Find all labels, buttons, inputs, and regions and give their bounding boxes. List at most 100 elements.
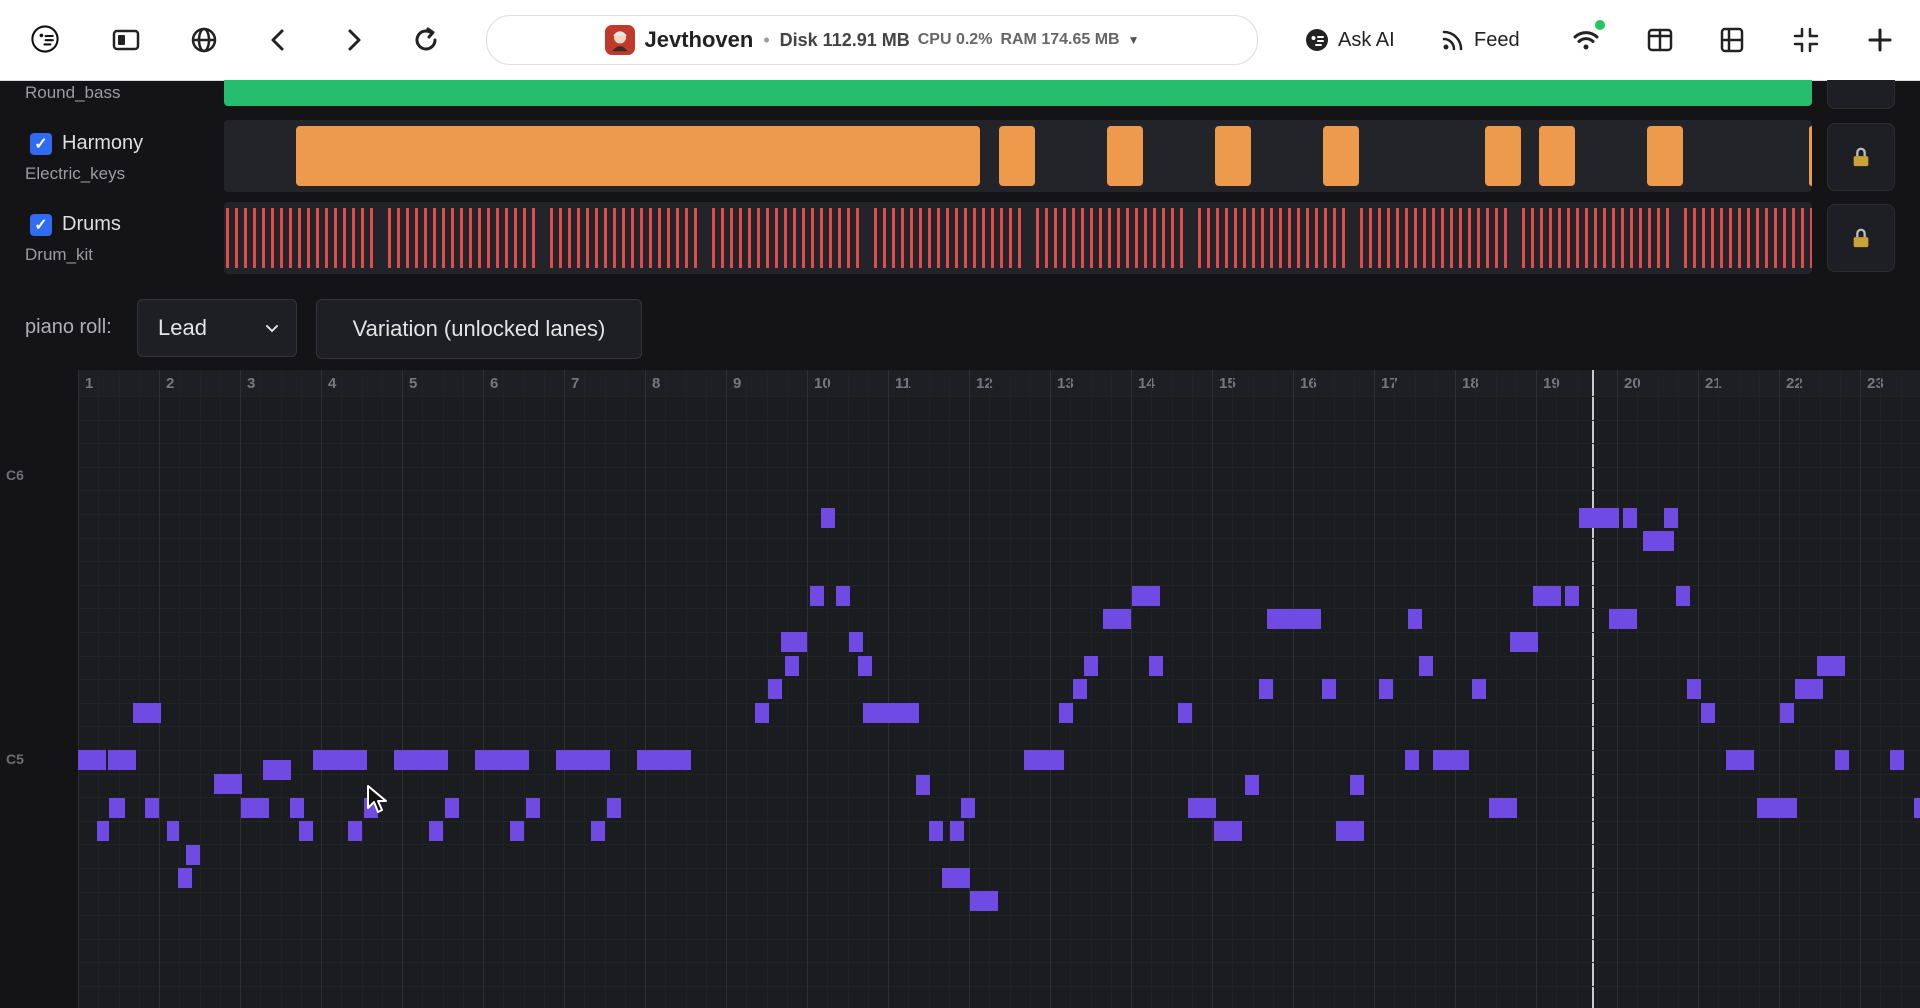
lead-note[interactable] [1073,679,1087,699]
lead-note[interactable] [970,891,998,911]
lead-note[interactable] [1664,508,1678,528]
drums-lock-button[interactable] [1827,204,1895,272]
ask-ai-button[interactable]: Ask AI [1304,20,1395,60]
lead-note[interactable] [1059,703,1073,723]
lead-note[interactable] [961,798,975,818]
lead-note[interactable] [1757,798,1797,818]
lead-note[interactable] [1245,775,1259,795]
lead-note[interactable] [133,703,161,723]
lead-note[interactable] [108,750,136,770]
lead-note[interactable] [755,703,769,723]
lead-note[interactable] [394,750,448,770]
lead-note[interactable] [1084,656,1098,676]
drums-track-lane[interactable] [224,202,1812,274]
lead-note[interactable] [849,632,863,652]
forward-icon[interactable] [332,18,376,62]
reload-icon[interactable] [404,18,448,62]
app-logo-icon[interactable] [20,14,70,64]
lead-note[interactable] [1214,821,1242,841]
lead-note[interactable] [78,750,106,770]
lead-note[interactable] [556,750,610,770]
feed-button[interactable]: Feed [1440,20,1520,60]
lead-note[interactable] [1646,531,1674,551]
lead-note[interactable] [263,760,291,780]
lead-note[interactable] [1780,703,1794,723]
lead-note[interactable] [785,656,799,676]
lead-note[interactable] [1259,679,1273,699]
lead-note[interactable] [429,821,443,841]
lead-note[interactable] [836,586,850,606]
lead-note[interactable] [1795,679,1823,699]
harmony-clip[interactable] [999,126,1035,186]
lead-note[interactable] [1178,703,1192,723]
lead-note[interactable] [863,703,919,723]
lead-note[interactable] [1379,679,1393,699]
lead-note[interactable] [950,821,964,841]
lead-note[interactable] [1405,750,1419,770]
lead-note[interactable] [348,821,362,841]
lead-note[interactable] [1419,656,1433,676]
bass-track-lane[interactable] [224,80,1812,106]
lead-note[interactable] [290,798,304,818]
lead-note[interactable] [475,750,529,770]
lead-note[interactable] [591,821,605,841]
harmony-clip[interactable] [296,126,980,186]
lead-note[interactable] [942,868,970,888]
back-icon[interactable] [256,18,300,62]
lead-note[interactable] [1914,798,1920,818]
layout-icon[interactable] [1710,18,1754,62]
harmony-clip[interactable] [1809,126,1812,186]
piano-roll-grid[interactable]: 1 2 3 4 5 6 7 8 9 10 11 12 13 14 15 16 17 18 19 20 21 22 23 [78,370,1920,1008]
lead-note[interactable] [1149,656,1163,676]
chevron-down-icon[interactable]: ▼ [1128,33,1140,47]
address-bar[interactable]: Jevthoven • Disk 112.91 MB CPU 0.2% RAM … [486,15,1258,65]
sidebar-toggle-icon[interactable] [104,18,148,62]
lead-note[interactable] [526,798,540,818]
lead-note[interactable] [1835,750,1849,770]
lead-note[interactable] [1350,775,1364,795]
piano-roll-track-select[interactable]: Lead [137,299,297,357]
bass-lock-button[interactable] [1827,80,1895,109]
lead-note[interactable] [781,632,807,652]
lead-note[interactable] [637,750,691,770]
lead-note[interactable] [109,798,125,818]
harmony-clip[interactable] [1647,126,1683,186]
lead-note[interactable] [214,774,242,794]
harmony-clip[interactable] [1539,126,1575,186]
collapse-icon[interactable] [1784,18,1828,62]
lead-note[interactable] [1726,750,1754,770]
harmony-checkbox[interactable]: ✓ [30,132,52,155]
harmony-lock-button[interactable] [1827,123,1895,191]
lead-note[interactable] [1132,586,1160,606]
lead-note[interactable] [1533,586,1561,606]
lead-note[interactable] [510,821,524,841]
lead-note[interactable] [1188,798,1216,818]
lead-note[interactable] [97,821,109,841]
lead-note[interactable] [1103,609,1131,629]
harmony-clip[interactable] [1107,126,1143,186]
lead-note[interactable] [186,845,200,865]
lead-note[interactable] [313,750,367,770]
lead-note[interactable] [810,586,824,606]
lead-note[interactable] [1623,508,1637,528]
lead-note[interactable] [445,798,459,818]
lead-note[interactable] [1609,609,1637,629]
lead-note[interactable] [241,798,269,818]
lead-note[interactable] [1817,656,1845,676]
split-view-icon[interactable] [1638,18,1682,62]
lead-note[interactable] [607,798,621,818]
bar-ruler[interactable]: 1 2 3 4 5 6 7 8 9 10 11 12 13 14 15 16 17 18 19 20 21 22 23 [78,370,1920,396]
globe-icon[interactable] [182,18,226,62]
lead-note[interactable] [1510,632,1538,652]
lead-note[interactable] [178,868,192,888]
lead-note[interactable] [299,821,313,841]
harmony-clip[interactable] [1485,126,1521,186]
lead-note[interactable] [145,798,159,818]
lead-note[interactable] [1687,679,1701,699]
lead-note[interactable] [1322,679,1336,699]
lead-note[interactable] [1676,586,1690,606]
lead-note[interactable] [1890,750,1904,770]
lead-note[interactable] [1455,750,1469,770]
lead-note[interactable] [1408,609,1422,629]
lead-note[interactable] [1565,586,1579,606]
